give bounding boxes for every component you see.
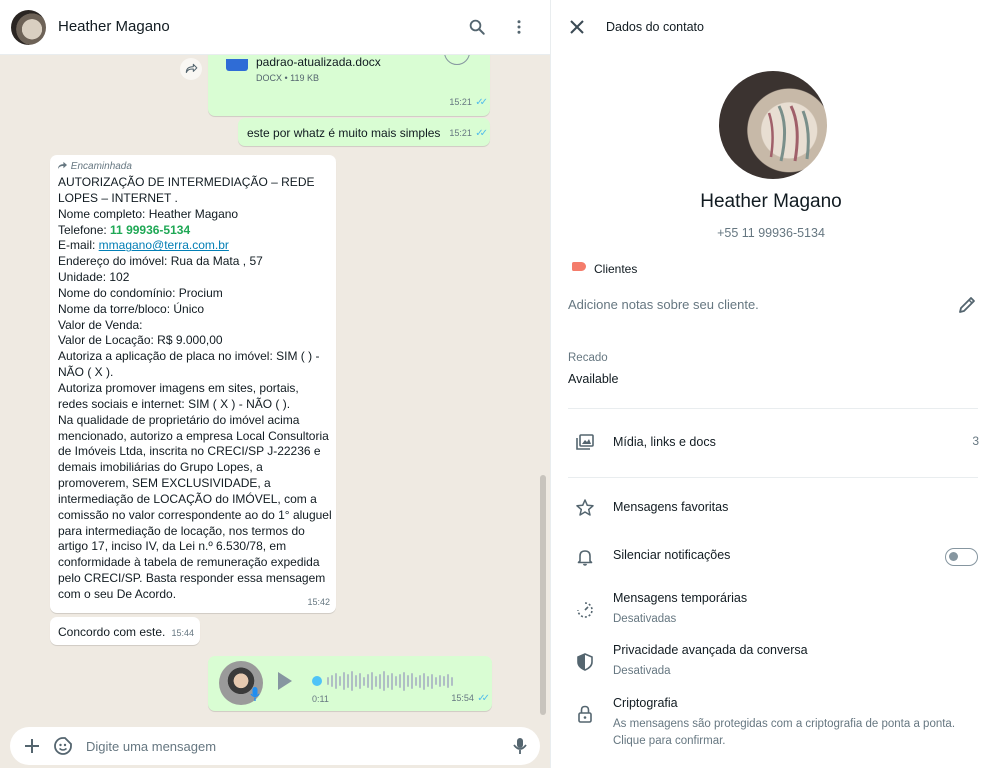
message-time: 15:21 ✓✓ [449, 97, 488, 108]
forwarded-label: Encaminhada [57, 159, 132, 175]
read-ticks-icon: ✓✓ [477, 693, 490, 704]
read-ticks-icon: ✓✓ [475, 128, 488, 139]
mute-toggle[interactable] [945, 548, 978, 566]
forwarded-message[interactable]: Encaminhada AUTORIZAÇÃO DE INTERMEDIAÇÃO… [50, 155, 336, 613]
audio-message[interactable]: 0:11 15:54 ✓✓ [208, 656, 492, 711]
disappearing-messages-row[interactable]: Mensagens temporárias Desativadas [551, 586, 990, 630]
status-value: Available [568, 372, 619, 386]
document-message[interactable]: padrao-atualizada.docx DOCX • 119 KB 15:… [208, 55, 490, 116]
play-button[interactable] [278, 672, 292, 690]
sticker-icon[interactable] [53, 736, 73, 756]
contact-name: Heather Magano [700, 191, 842, 212]
contact-info-pane: Dados do contato Heather Magano +55 11 9… [550, 0, 990, 768]
search-icon[interactable] [466, 16, 488, 38]
contact-label[interactable]: Clientes [594, 262, 637, 276]
message-time: 15:54 ✓✓ [451, 693, 490, 704]
composer-box [10, 727, 540, 765]
contact-avatar[interactable] [719, 71, 827, 179]
message-text: AUTORIZAÇÃO DE INTERMEDIAÇÃO – REDE LOPE… [58, 175, 332, 601]
email-link[interactable]: mmagano@terra.com.br [99, 238, 229, 252]
phone-link[interactable]: 11 99936-5134 [110, 223, 190, 237]
toggle-knob [949, 552, 958, 561]
contact-info-title: Dados do contato [606, 20, 704, 34]
divider [568, 408, 978, 409]
lock-icon [575, 704, 595, 724]
plus-icon[interactable] [22, 736, 42, 756]
divider [568, 477, 978, 478]
audio-waveform[interactable] [312, 669, 472, 693]
contact-phone: +55 11 99936-5134 [717, 226, 825, 240]
document-name[interactable]: padrao-atualizada.docx [256, 55, 381, 70]
composer [0, 723, 550, 768]
media-count: 3 [972, 434, 979, 448]
media-icon [575, 432, 595, 452]
read-ticks-icon: ✓✓ [475, 97, 488, 108]
advanced-privacy-row[interactable]: Privacidade avançada da conversa Desativ… [551, 638, 990, 682]
chat-contact-name[interactable]: Heather Magano [58, 18, 170, 35]
mic-icon [248, 686, 262, 702]
message-time: 15:21 ✓✓ [449, 128, 488, 139]
contact-info-header: Dados do contato [551, 0, 990, 55]
star-icon [575, 498, 595, 518]
message-input[interactable] [86, 727, 496, 765]
message-text: Concordo com este. [58, 625, 166, 639]
audio-duration: 0:11 [312, 694, 329, 704]
close-icon[interactable] [568, 18, 586, 36]
timer-icon [575, 600, 595, 620]
mic-icon[interactable] [510, 736, 530, 756]
scrollbar[interactable] [540, 475, 546, 715]
document-icon [226, 59, 248, 71]
message-text: este por whatz é muito mais simples [247, 126, 441, 140]
notes-field[interactable]: Adicione notas sobre seu cliente. [568, 297, 759, 312]
starred-messages-row[interactable]: Mensagens favoritas [551, 490, 990, 526]
media-links-docs-row[interactable]: Mídia, links e docs 3 [551, 422, 990, 464]
message-list[interactable]: padrao-atualizada.docx DOCX • 119 KB 15:… [0, 55, 550, 723]
audio-progress-handle[interactable] [312, 676, 322, 686]
forward-icon[interactable] [180, 58, 202, 80]
bell-icon [575, 547, 595, 567]
message-time: 15:44 [171, 628, 194, 638]
status-label: Recado [568, 352, 608, 364]
message-time: 15:42 [307, 597, 330, 607]
mute-notifications-row[interactable]: Silenciar notificações [551, 540, 990, 574]
pencil-icon[interactable] [957, 295, 977, 315]
text-message[interactable]: este por whatz é muito mais simples 15:2… [238, 118, 490, 146]
shield-icon [575, 652, 595, 672]
download-button[interactable] [444, 55, 470, 65]
label-icon [572, 262, 586, 271]
text-message[interactable]: Concordo com este. 15:44 [50, 617, 200, 645]
document-meta: DOCX • 119 KB [256, 73, 320, 83]
avatar[interactable] [11, 10, 46, 45]
chat-header[interactable]: Heather Magano [0, 0, 550, 55]
chat-pane: Heather Magano padrao-atualizada.docx DO… [0, 0, 550, 768]
encryption-description: As mensagens são protegidas com a cripto… [613, 718, 956, 747]
menu-dots-icon[interactable] [508, 16, 530, 38]
